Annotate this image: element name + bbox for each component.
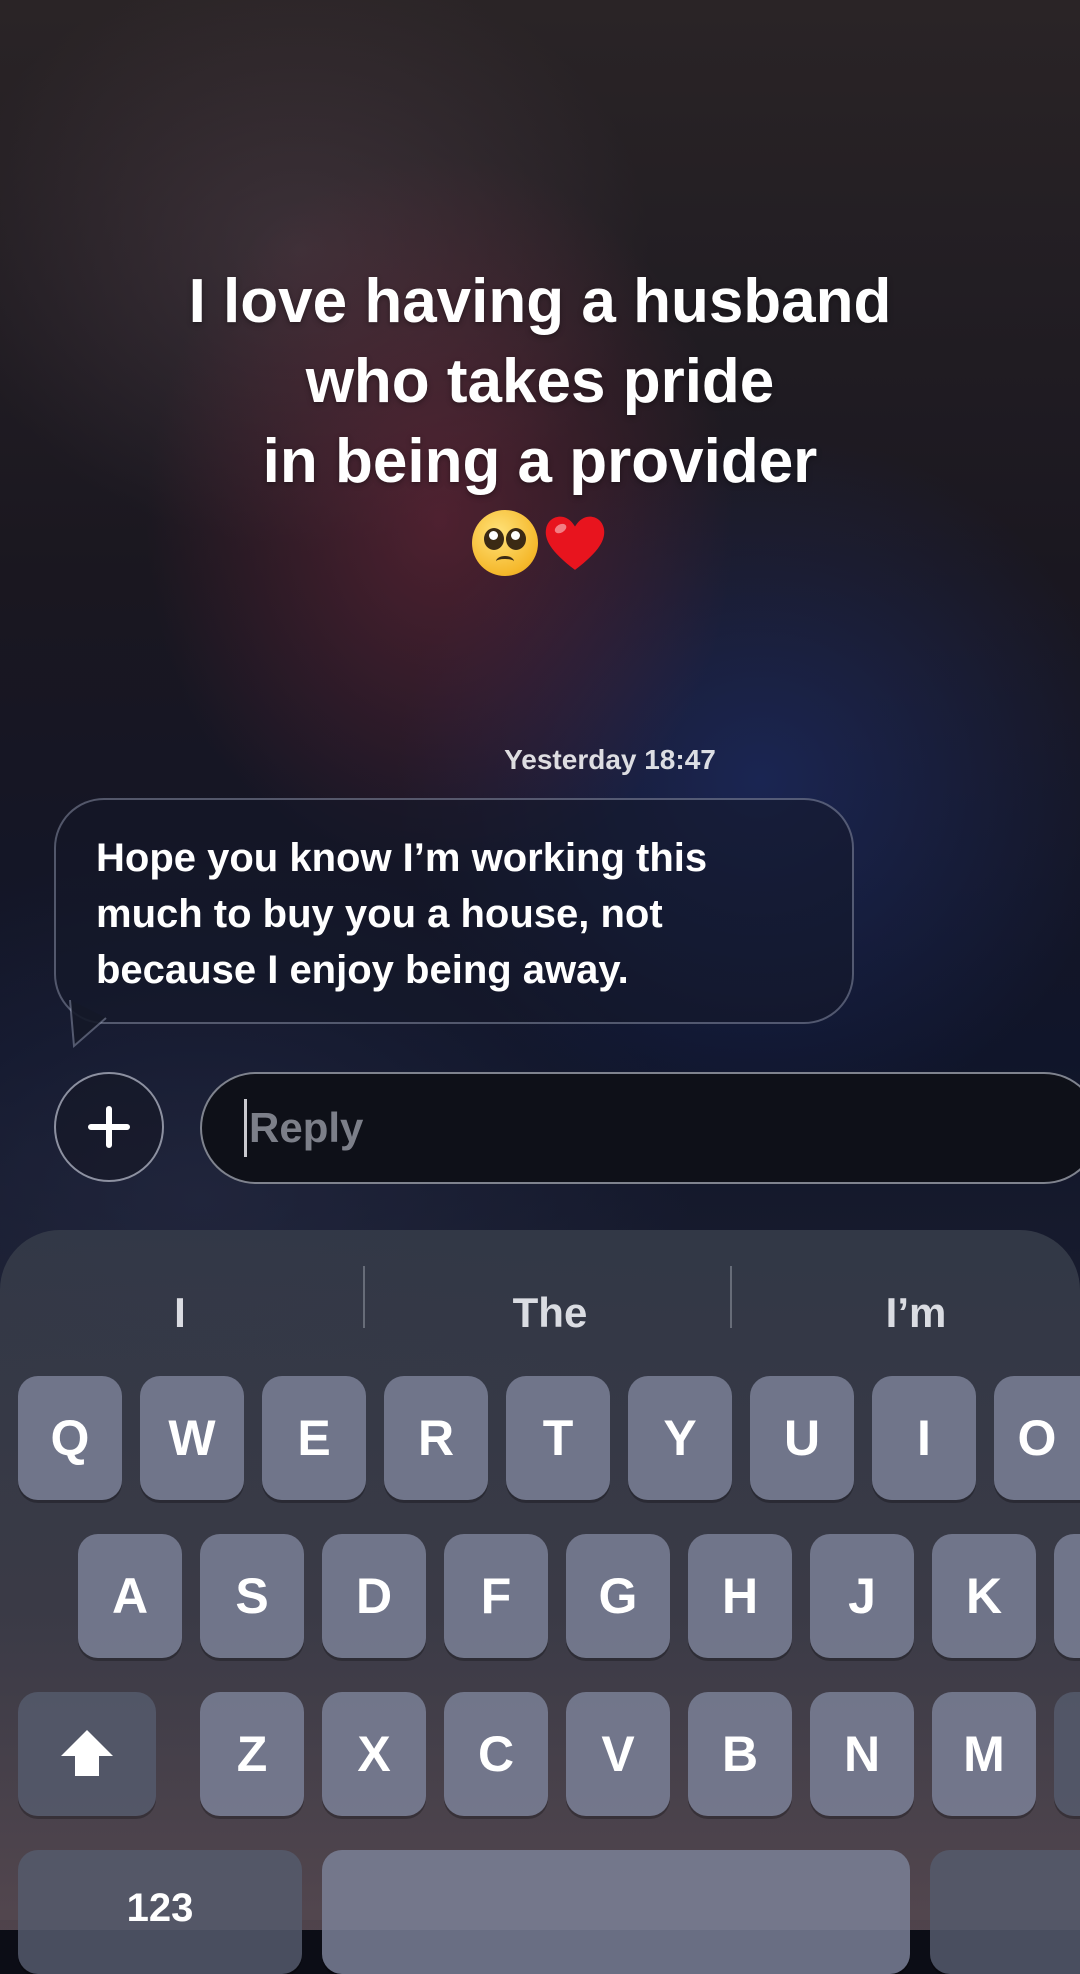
- key-g[interactable]: G: [566, 1534, 670, 1658]
- delete-key[interactable]: [1054, 1692, 1080, 1816]
- red-heart-icon: [542, 510, 608, 576]
- plus-icon: [88, 1106, 130, 1148]
- key-x[interactable]: X: [322, 1692, 426, 1816]
- text-caret: [244, 1099, 247, 1157]
- key-y[interactable]: Y: [628, 1376, 732, 1500]
- message-line: Hope you know I’m working this: [96, 836, 708, 880]
- space-key[interactable]: [322, 1850, 910, 1974]
- shift-icon: [61, 1730, 113, 1776]
- prediction-divider: [363, 1266, 365, 1328]
- caption-line: I love having a husband: [188, 267, 892, 336]
- key-t[interactable]: T: [506, 1376, 610, 1500]
- prediction-1[interactable]: I: [30, 1278, 330, 1348]
- key-v[interactable]: V: [566, 1692, 670, 1816]
- key-k[interactable]: K: [932, 1534, 1036, 1658]
- caption-line: who takes pride: [305, 347, 775, 416]
- key-l[interactable]: [1054, 1534, 1080, 1658]
- key-d[interactable]: D: [322, 1534, 426, 1658]
- message-bubble[interactable]: Hope you know I’m working this much to b…: [54, 798, 854, 1024]
- key-z[interactable]: Z: [200, 1692, 304, 1816]
- key-o[interactable]: O: [994, 1376, 1080, 1500]
- key-r[interactable]: R: [384, 1376, 488, 1500]
- numbers-key[interactable]: 123: [18, 1850, 302, 1974]
- return-key[interactable]: [930, 1850, 1080, 1974]
- key-u[interactable]: U: [750, 1376, 854, 1500]
- bubble-tail: [69, 1000, 107, 1049]
- keyboard: I The I’m Q W E R T Y U I O A S D F G H …: [0, 1230, 1080, 1974]
- message-line: because I enjoy being away.: [96, 948, 629, 992]
- key-c[interactable]: C: [444, 1692, 548, 1816]
- caption-emojis: [0, 510, 1080, 576]
- message-timestamp: Yesterday 18:47: [504, 744, 716, 775]
- message-line: much to buy you a house, not: [96, 892, 663, 936]
- key-h[interactable]: H: [688, 1534, 792, 1658]
- key-w[interactable]: W: [140, 1376, 244, 1500]
- story-caption: I love having a husband who takes pride …: [0, 262, 1080, 576]
- reply-input[interactable]: Reply: [200, 1072, 1080, 1184]
- pleading-face-icon: [472, 510, 538, 576]
- prediction-divider: [730, 1266, 732, 1328]
- key-s[interactable]: S: [200, 1534, 304, 1658]
- key-m[interactable]: M: [932, 1692, 1036, 1816]
- key-q[interactable]: Q: [18, 1376, 122, 1500]
- prediction-2[interactable]: The: [400, 1278, 700, 1348]
- caption-line: in being a provider: [262, 427, 818, 496]
- prediction-3[interactable]: I’m: [766, 1278, 1066, 1348]
- key-f[interactable]: F: [444, 1534, 548, 1658]
- key-j[interactable]: J: [810, 1534, 914, 1658]
- reply-placeholder: Reply: [249, 1104, 364, 1151]
- shift-key[interactable]: [18, 1692, 156, 1816]
- key-a[interactable]: A: [78, 1534, 182, 1658]
- add-button[interactable]: [54, 1072, 164, 1182]
- key-b[interactable]: B: [688, 1692, 792, 1816]
- key-i[interactable]: I: [872, 1376, 976, 1500]
- key-n[interactable]: N: [810, 1692, 914, 1816]
- key-e[interactable]: E: [262, 1376, 366, 1500]
